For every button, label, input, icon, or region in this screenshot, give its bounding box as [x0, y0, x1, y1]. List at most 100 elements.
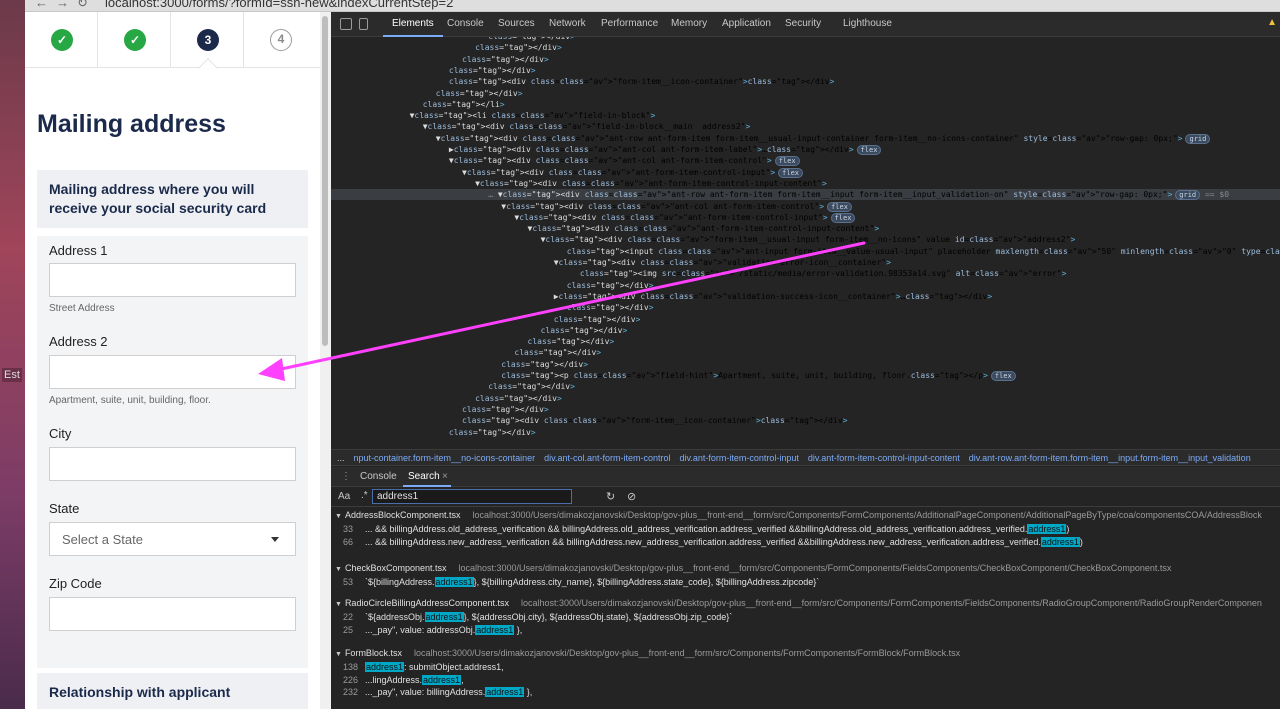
breadcrumb-item[interactable]: div.ant-col.ant-form-item-control — [544, 453, 670, 463]
dom-node-line[interactable]: ▼class="tag"><div class=class="av">"fiel… — [331, 121, 1280, 132]
result-file-header[interactable]: ▼ AddressBlockComponent.tsx localhost:3000… — [335, 509, 1280, 522]
dom-node-line[interactable]: class="tag"></div> — [331, 314, 1280, 325]
dom-node-line[interactable]: ▼class="tag"><div class=class="av">"form… — [331, 234, 1280, 245]
result-line[interactable]: 226 ...lingAddress.address1, — [343, 674, 1280, 686]
match-case-toggle[interactable]: Aa — [338, 491, 350, 502]
step-1[interactable]: ✓ — [25, 12, 98, 68]
line-number: 22 — [343, 612, 354, 622]
dom-node-line[interactable]: class="tag"></div> — [331, 359, 1280, 370]
dom-node-line[interactable]: class="tag"></div> — [331, 88, 1280, 99]
close-tab-icon[interactable]: × — [442, 471, 448, 482]
nav-arrows-icon[interactable]: ←→↻ — [35, 0, 96, 11]
search-match: address1 — [365, 662, 405, 672]
dom-node-line[interactable]: class="tag"></div> — [331, 65, 1280, 76]
step-number: 3 — [197, 29, 219, 51]
result-file-name: CheckBoxComponent.tsx — [344, 563, 447, 573]
dom-node-line[interactable]: class="tag"><img src=class="av">"/static… — [331, 268, 1280, 279]
search-input[interactable]: address1 — [372, 489, 572, 504]
result-file-header[interactable]: ▼ RadioCircleBillingAddressComponent.tsx l… — [335, 597, 1280, 610]
dom-node-line[interactable]: ▶class="tag"><div class=class="av">"vali… — [331, 291, 1280, 302]
tab-application[interactable]: Application — [722, 18, 771, 29]
stepper: ✓ ✓ 3 4 — [25, 12, 320, 78]
drawer-menu-icon[interactable]: ⋮ — [341, 471, 351, 482]
dom-node-line[interactable]: ▼class="tag"><div class=class="av">"ant-… — [331, 212, 1280, 223]
dom-node-line[interactable]: ▼class="tag"><div class=class="av">"ant-… — [331, 178, 1280, 189]
result-line[interactable]: 138 address1: submitObject.address1, — [343, 661, 1280, 673]
tab-lighthouse[interactable]: Lighthouse — [843, 18, 892, 29]
state-select-value: Select a State — [62, 532, 143, 547]
zip-input[interactable] — [49, 597, 296, 631]
dom-node-line[interactable]: class="tag"><div class=class="av">"form-… — [331, 415, 1280, 426]
breadcrumb-item[interactable]: div.ant-row.ant-form-item.form-item__inp… — [969, 453, 1251, 463]
dom-node-line[interactable]: class="tag"><input class=class="av">"ant… — [331, 246, 1280, 257]
warning-icon[interactable]: ▲ — [1267, 17, 1277, 28]
dom-node-line[interactable]: class="tag"></div> — [331, 404, 1280, 415]
state-select[interactable]: Select a State — [49, 522, 296, 556]
tab-elements[interactable]: Elements — [392, 18, 434, 29]
result-line[interactable]: 25 ..._pay", value: addressObj.address1 }… — [343, 624, 1280, 636]
result-file-header[interactable]: ▼ FormBlock.tsx localhost:3000/Users/dimak… — [335, 647, 1280, 660]
regex-toggle[interactable]: .* — [361, 490, 368, 501]
address1-input[interactable] — [49, 263, 296, 297]
device-toolbar-icon[interactable] — [359, 18, 368, 30]
result-line[interactable]: 22 `${addressObj.address1}, ${addressObj.… — [343, 611, 1280, 623]
result-file-header[interactable]: ▼ CheckBoxComponent.tsx localhost:3000/Use… — [335, 562, 1280, 575]
step-4[interactable]: 4 — [244, 12, 317, 68]
dom-node-line[interactable]: class="tag"></div> — [331, 336, 1280, 347]
dom-node-line[interactable]: ▼class="tag"><div class=class="av">"ant-… — [331, 223, 1280, 234]
clear-icon[interactable]: ⊘ — [627, 490, 636, 503]
city-input[interactable] — [49, 447, 296, 481]
address2-input[interactable] — [49, 355, 296, 389]
address-bar[interactable]: localhost:3000/forms/?formId=ssn-new&ind… — [105, 0, 453, 10]
scroll-thumb[interactable] — [322, 16, 328, 346]
dom-node-line[interactable]: class="tag"></li> — [331, 99, 1280, 110]
tab-memory[interactable]: Memory — [671, 18, 707, 29]
dom-node-line[interactable]: class="tag"><p class=class="av">"field-h… — [331, 370, 1280, 381]
breadcrumb-item[interactable]: ... — [337, 453, 345, 463]
search-match: address1 — [475, 624, 515, 635]
dom-node-line[interactable]: class="tag"></div> — [331, 347, 1280, 358]
dom-node-line[interactable]: class="tag"></div> — [331, 325, 1280, 336]
result-line[interactable]: 53 `${billingAddress.address1}, ${billing… — [343, 576, 1280, 588]
line-number: 25 — [343, 624, 354, 635]
dom-node-line[interactable]: class="tag"></div> — [331, 427, 1280, 438]
page-scrollbar[interactable] — [320, 12, 331, 709]
caret-down-icon — [271, 537, 279, 542]
dom-node-line[interactable]: class="tag"></div> — [331, 37, 1280, 42]
step-2[interactable]: ✓ — [98, 12, 171, 68]
dom-node-line[interactable]: class="tag"></div> — [331, 302, 1280, 313]
dom-node-line[interactable]: class="tag"></div> — [331, 280, 1280, 291]
result-line[interactable]: 232 ..._pay", value: billingAddress.addre… — [343, 686, 1280, 698]
dom-node-line[interactable]: ▼class="tag"><li class=class="av">"field… — [331, 110, 1280, 121]
dom-node-line[interactable]: ▼class="tag"><div class=class="av">"ant-… — [331, 133, 1280, 144]
breadcrumb-item[interactable]: div.ant-form-item-control-input — [679, 453, 798, 463]
refresh-icon[interactable]: ↻ — [606, 490, 615, 503]
dom-node-line[interactable]: ▼class="tag"><div class=class="av">"ant-… — [331, 167, 1280, 178]
dom-node-line[interactable]: ▼class="tag"><div class=class="av">"ant-… — [331, 201, 1280, 212]
result-line[interactable]: 33... && billingAddress.old_address_veri… — [343, 523, 1280, 535]
result-file-path: localhost:3000/Users/dimakozjanovski/Des… — [458, 563, 1172, 573]
dom-node-line[interactable]: class="tag"></div> — [331, 54, 1280, 65]
dom-node-line[interactable]: ▼class="tag"><div class=class="av">"ant-… — [331, 155, 1280, 167]
inspect-element-icon[interactable] — [340, 18, 352, 30]
dom-node-line[interactable]: ▼class="tag"><div class=class="av">"vali… — [331, 257, 1280, 268]
tab-network[interactable]: Network — [549, 18, 586, 29]
drawer-tab-search[interactable]: Search — [408, 471, 440, 482]
search-match: address1 — [1027, 524, 1067, 534]
drawer-tab-console[interactable]: Console — [360, 471, 397, 482]
tab-performance[interactable]: Performance — [601, 18, 658, 29]
breadcrumb-item[interactable]: nput-container.form-item__no-icons-conta… — [354, 453, 536, 463]
section-heading: Mailing address where you will receive y… — [37, 170, 308, 228]
tab-console[interactable]: Console — [447, 18, 484, 29]
result-line[interactable]: 66... && billingAddress.new_address_veri… — [343, 536, 1280, 548]
line-number: 66 — [343, 536, 354, 547]
tab-sources[interactable]: Sources — [498, 18, 535, 29]
dom-node-line[interactable]: … ▼class="tag"><div class=class="av">"an… — [331, 189, 1280, 201]
dom-node-line[interactable]: class="tag"></div> — [331, 42, 1280, 53]
breadcrumb-item[interactable]: div.ant-form-item-control-input-content — [808, 453, 960, 463]
dom-node-line[interactable]: class="tag"><div class=class="av">"form-… — [331, 76, 1280, 87]
dom-node-line[interactable]: ▶class="tag"><div class=class="av">"ant-… — [331, 144, 1280, 155]
tab-security[interactable]: Security — [785, 18, 821, 29]
dom-node-line[interactable]: class="tag"></div> — [331, 381, 1280, 392]
dom-node-line[interactable]: class="tag"></div> — [331, 393, 1280, 404]
